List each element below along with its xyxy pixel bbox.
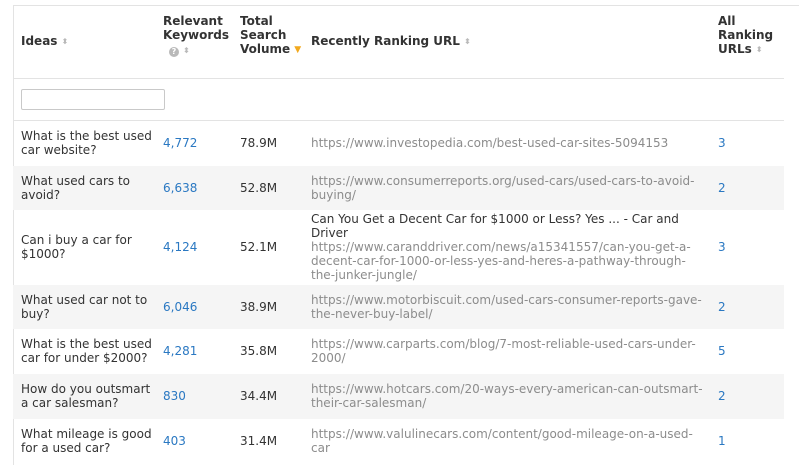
header-total-volume-line3: Volume	[240, 42, 291, 56]
sort-icon[interactable]: ⬍	[183, 46, 190, 55]
table-row: Can i buy a car for $1000? 4,124 52.1M C…	[13, 210, 784, 285]
keywords-link[interactable]: 6,638	[163, 165, 240, 210]
help-icon[interactable]: ?	[169, 47, 179, 57]
keywords-link[interactable]: 6,046	[163, 284, 240, 329]
idea-cell: What mileage is good for a used car?	[21, 426, 152, 455]
idea-cell: Can i buy a car for $1000?	[21, 233, 132, 261]
table-row: How do you outsmart a car salesman? 830 …	[13, 373, 784, 419]
ideas-filter-input[interactable]	[21, 89, 165, 110]
sort-desc-icon[interactable]: ▼	[294, 45, 301, 55]
header-all-urls-line3: URLs	[718, 42, 752, 56]
table-row: What mileage is good for a used car? 403…	[13, 419, 784, 463]
ranking-urls-count-link[interactable]: 2	[718, 284, 784, 329]
header-all-urls-line1: All	[718, 14, 736, 28]
keywords-link[interactable]: 4,124	[163, 210, 240, 285]
sort-icon[interactable]: ⬍	[464, 37, 471, 46]
keywords-link[interactable]: 4,772	[163, 121, 240, 166]
idea-cell: How do you outsmart a car salesman?	[13, 373, 163, 419]
ideas-table: Ideas ⬍ Relevant Keywords ? ⬍ Total Search…	[13, 5, 784, 463]
ranking-urls-count-link[interactable]: 1	[718, 419, 784, 463]
header-row: Ideas ⬍ Relevant Keywords ? ⬍ Total Search…	[13, 5, 784, 79]
header-all-urls-line2: Ranking	[718, 28, 774, 42]
volume-cell: 34.4M	[240, 373, 311, 419]
ranking-urls-count-link[interactable]: 3	[718, 121, 784, 166]
header-ideas-label: Ideas	[21, 34, 58, 48]
header-relevant-keywords-line2: Keywords	[163, 28, 230, 42]
ranking-url[interactable]: https://www.hotcars.com/20-ways-every-am…	[311, 382, 708, 410]
sort-icon[interactable]: ⬍	[756, 45, 763, 54]
header-all-ranking-urls[interactable]: All Ranking URLs ⬍	[718, 5, 784, 79]
keywords-link[interactable]: 830	[163, 373, 240, 419]
ranking-url[interactable]: https://www.caranddriver.com/news/a15341…	[311, 240, 708, 282]
sort-icon[interactable]: ⬍	[61, 37, 68, 46]
url-title[interactable]: Can You Get a Decent Car for $1000 or Le…	[311, 212, 708, 240]
header-total-search-volume[interactable]: Total Search Volume ▼	[240, 5, 311, 79]
header-ideas[interactable]: Ideas ⬍	[13, 5, 163, 79]
idea-cell: What is the best used car for under $200…	[21, 337, 152, 365]
idea-cell: What used car not to buy?	[13, 284, 163, 329]
volume-cell: 35.8M	[240, 344, 278, 358]
ranking-urls-count-link[interactable]: 2	[718, 165, 784, 210]
header-recent-url[interactable]: Recently Ranking URL ⬍	[311, 5, 718, 79]
table-row: What used car not to buy? 6,046 38.9M ht…	[13, 284, 784, 329]
idea-cell: What is the best used car website?	[21, 129, 152, 158]
volume-cell: 38.9M	[240, 284, 311, 329]
filter-row	[13, 78, 784, 121]
ranking-url[interactable]: https://www.consumerreports.org/used-car…	[311, 174, 708, 202]
volume-cell: 52.1M	[240, 240, 278, 254]
ranking-urls-count-link[interactable]: 2	[718, 373, 784, 419]
keywords-link[interactable]: 4,281	[163, 329, 240, 374]
table-row: What is the best used car website? 4,772…	[13, 121, 784, 166]
table-row: What used cars to avoid? 6,638 52.8M htt…	[13, 165, 784, 210]
header-relevant-keywords[interactable]: Relevant Keywords ? ⬍	[163, 5, 240, 79]
header-total-volume-line1: Total	[240, 14, 273, 28]
header-total-volume-line2: Search	[240, 28, 287, 42]
idea-cell: What used cars to avoid?	[13, 165, 163, 210]
ranking-urls-count-link[interactable]: 3	[718, 210, 784, 285]
table-row: What is the best used car for under $200…	[13, 329, 784, 374]
volume-cell: 52.8M	[240, 165, 311, 210]
ranking-url[interactable]: https://www.valulinecars.com/content/goo…	[311, 427, 708, 455]
ranking-urls-count-link[interactable]: 5	[718, 329, 784, 374]
header-relevant-keywords-line1: Relevant	[163, 14, 223, 28]
volume-cell: 31.4M	[240, 433, 278, 448]
ranking-url[interactable]: https://www.carparts.com/blog/7-most-rel…	[311, 337, 708, 365]
ranking-url[interactable]: https://www.motorbiscuit.com/used-cars-c…	[311, 293, 708, 321]
volume-cell: 78.9M	[240, 136, 278, 151]
header-recent-url-label: Recently Ranking URL	[311, 34, 460, 48]
keywords-link[interactable]: 403	[163, 419, 240, 463]
ranking-url[interactable]: https://www.investopedia.com/best-used-c…	[311, 136, 708, 150]
